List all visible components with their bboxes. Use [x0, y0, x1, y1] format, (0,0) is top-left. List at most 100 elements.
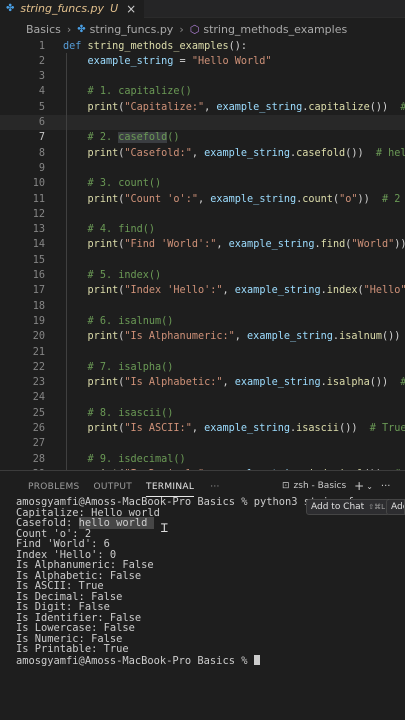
- line-number: 4: [38, 86, 45, 98]
- terminal-selector[interactable]: ⊡ zsh - Basics + ⌄ ···: [282, 479, 390, 493]
- code-line[interactable]: 16 # 5. index(): [0, 268, 405, 283]
- line-number: 23: [32, 377, 45, 389]
- code-line[interactable]: 9: [0, 161, 405, 176]
- add-to-chat-button[interactable]: Add to Chat ⇧⌘L: [306, 499, 390, 515]
- code-line[interactable]: 2 example_string = "Hello World": [0, 54, 405, 69]
- code-line[interactable]: 10 # 3. count(): [0, 176, 405, 191]
- terminal-line: Is Printable: True: [16, 643, 129, 655]
- code-line[interactable]: 18: [0, 299, 405, 314]
- code-editor[interactable]: 1 def string_methods_examples(): 2 example…: [0, 38, 405, 470]
- code-token: casefold: [118, 132, 168, 144]
- tab-more[interactable]: ···: [210, 477, 219, 497]
- terminal-line: Is Digit: False: [16, 601, 110, 613]
- code-token: ()): [345, 147, 376, 159]
- code-line[interactable]: 11 print("Count 'o':", example_string.co…: [0, 192, 405, 207]
- code-token: "Count 'o':": [124, 193, 198, 205]
- add-to-chat-label: Add to Chat: [311, 502, 365, 512]
- code-line[interactable]: 28 # 9. isdecimal(): [0, 452, 405, 467]
- code-line[interactable]: 22 # 7. isalpha(): [0, 360, 405, 375]
- code-line[interactable]: 17 print("Index 'Hello':", example_strin…: [0, 283, 405, 298]
- code-line[interactable]: 19 # 6. isalnum(): [0, 314, 405, 329]
- line-number: 1: [38, 40, 45, 52]
- line-number: 17: [32, 285, 45, 297]
- tab-modified-badge: U: [110, 2, 119, 15]
- code-line[interactable]: 23 print("Is Alphabetic:", example_strin…: [0, 375, 405, 390]
- code-line[interactable]: 15: [0, 253, 405, 268]
- code-text: print("Find 'World':", example_string.fi…: [63, 237, 405, 252]
- code-line[interactable]: 1 def string_methods_examples():: [0, 39, 405, 54]
- line-number: 19: [32, 315, 45, 327]
- code-token: ,: [222, 377, 235, 389]
- code-line[interactable]: 26 print("Is ASCII:", example_string.isa…: [0, 421, 405, 436]
- line-number: 11: [32, 193, 45, 205]
- code-token: (): [167, 132, 180, 144]
- code-line[interactable]: 3: [0, 69, 405, 84]
- code-token: # hello world: [375, 147, 405, 159]
- code-line[interactable]: 14 print("Find 'World':", example_string…: [0, 237, 405, 252]
- code-token: example_string: [204, 423, 290, 434]
- code-token: ()): [382, 331, 401, 343]
- code-token: # 4. find(): [87, 224, 156, 236]
- close-icon[interactable]: ×: [126, 2, 136, 16]
- code-text: example_string = "Hello World": [63, 54, 272, 69]
- chevron-down-icon[interactable]: ⌄: [366, 482, 373, 491]
- code-line[interactable]: 20 print("Is Alphanumeric:", example_str…: [0, 329, 405, 344]
- tab-output[interactable]: OUTPUT: [94, 477, 132, 497]
- code-text: print("Is Alphanumeric:", example_string…: [63, 329, 405, 344]
- code-token: print: [87, 423, 119, 434]
- tab-problems[interactable]: PROBLEMS: [28, 477, 80, 497]
- code-token: "Is ASCII:": [124, 423, 192, 434]
- code-line[interactable]: 27: [0, 436, 405, 451]
- add-to-chat-shortcut: ⇧⌘L: [368, 503, 385, 511]
- terminal-output[interactable]: amosgyamfi@Amoss-MacBook-Pro Basics % py…: [16, 497, 405, 666]
- terminal-line: Casefold: hello world: [16, 517, 405, 529]
- code-line[interactable]: 4 # 1. capitalize(): [0, 84, 405, 99]
- code-token: "World": [351, 239, 395, 251]
- code-line[interactable]: 5 print("Capitalize:", example_string.ca…: [0, 100, 405, 115]
- code-line[interactable]: 12: [0, 207, 405, 222]
- code-text: print("Count 'o':", example_string.count…: [63, 192, 401, 207]
- code-line[interactable]: 25 # 8. isascii(): [0, 406, 405, 421]
- code-token: example_string: [210, 193, 297, 205]
- terminal-line: Is ASCII: True: [16, 580, 104, 592]
- breadcrumb-file[interactable]: string_funcs.py: [90, 23, 174, 36]
- code-token: ,: [234, 331, 248, 343]
- panel-tab-bar: PROBLEMS OUTPUT TERMINAL ···: [0, 477, 220, 497]
- code-token: print: [87, 331, 119, 343]
- line-number: 9: [38, 162, 45, 174]
- code-token: "Is Alphabetic:": [124, 377, 223, 389]
- code-token: "Capitalize:": [124, 101, 205, 113]
- code-token: example_string: [216, 101, 303, 113]
- code-line[interactable]: 21: [0, 345, 405, 360]
- tab-terminal[interactable]: TERMINAL: [146, 477, 195, 497]
- line-number: 7: [38, 132, 45, 144]
- code-line[interactable]: 8 print("Casefold:", example_string.case…: [0, 146, 405, 161]
- python-file-icon: ✤: [6, 3, 15, 14]
- code-line[interactable]: 13 # 4. find(): [0, 222, 405, 237]
- code-token: "Is Alphanumeric:": [124, 331, 235, 343]
- code-token: index: [326, 285, 358, 297]
- code-text: # 4. find(): [63, 222, 155, 237]
- line-number: 16: [32, 270, 45, 281]
- code-token: ,: [222, 285, 235, 297]
- more-actions-icon[interactable]: ···: [381, 481, 391, 492]
- code-token: ()): [369, 377, 401, 389]
- add-terminal-icon[interactable]: +: [354, 479, 364, 493]
- breadcrumb-symbol[interactable]: string_methods_examples: [203, 23, 347, 36]
- code-line[interactable]: 24: [0, 390, 405, 405]
- code-text: # 9. isdecimal(): [63, 452, 186, 467]
- breadcrumb-folder[interactable]: Basics: [26, 23, 61, 36]
- tab-string-funcs[interactable]: ✤ string_funcs.py U ×: [0, 0, 145, 18]
- line-number: 25: [32, 407, 45, 419]
- add-button-partial[interactable]: Add: [386, 499, 405, 515]
- code-text: # 8. isascii(): [63, 406, 174, 421]
- code-line[interactable]: 6: [0, 115, 405, 130]
- code-line[interactable]: 7 # 2. casefold(): [0, 130, 405, 145]
- code-token: # 6. isalnum(): [87, 315, 174, 327]
